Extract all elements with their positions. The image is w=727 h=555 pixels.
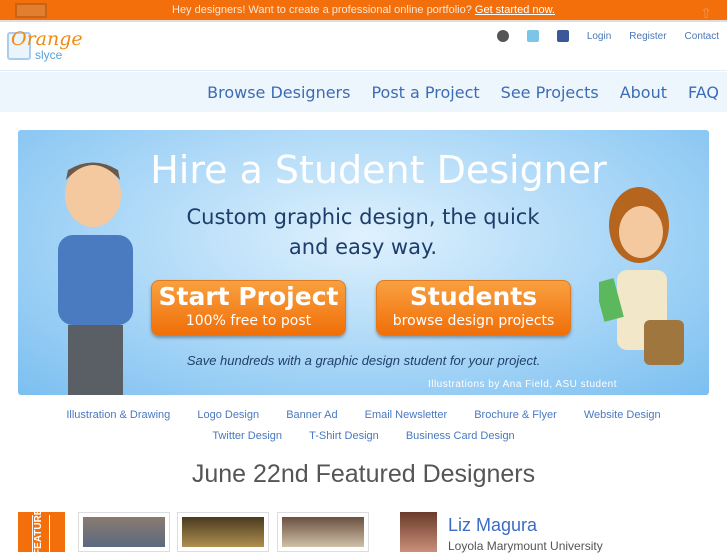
wordpress-icon[interactable] bbox=[496, 30, 509, 42]
designer-name[interactable]: Liz Magura bbox=[448, 515, 537, 536]
nav-about[interactable]: About bbox=[620, 83, 667, 102]
arrow-up-icon[interactable]: ⇧ bbox=[700, 3, 712, 24]
category-link[interactable]: Illustration & Drawing bbox=[66, 409, 170, 421]
portfolio-thumbnail[interactable] bbox=[277, 512, 369, 552]
designer-school: Loyola Marymount University bbox=[448, 539, 603, 553]
students-button[interactable]: Students browse design projects bbox=[376, 280, 571, 336]
announcement-bar: Hey designers! Want to create a professi… bbox=[0, 0, 727, 22]
nav-post-project[interactable]: Post a Project bbox=[371, 83, 479, 102]
designer-avatar[interactable] bbox=[400, 512, 437, 552]
category-link[interactable]: Email Newsletter bbox=[365, 409, 448, 421]
portfolio-thumbnail[interactable] bbox=[78, 512, 170, 552]
register-link[interactable]: Register bbox=[629, 31, 666, 42]
nav-see-projects[interactable]: See Projects bbox=[501, 83, 599, 102]
category-link[interactable]: Twitter Design bbox=[212, 430, 282, 442]
woman-illustration bbox=[599, 187, 684, 365]
facebook-icon[interactable] bbox=[556, 30, 569, 42]
main-nav: Browse Designers Post a Project See Proj… bbox=[0, 72, 727, 112]
featured-title: June 22nd Featured Designers bbox=[191, 460, 536, 488]
banner-icon bbox=[15, 3, 47, 18]
get-started-link[interactable]: Get started now. bbox=[475, 4, 555, 16]
nav-faq[interactable]: FAQ bbox=[688, 83, 719, 102]
category-links: Illustration & Drawing Logo Design Banne… bbox=[0, 405, 727, 447]
featured-ribbon: FEATURED bbox=[18, 501, 65, 555]
logo[interactable]: Orange slyce bbox=[7, 28, 83, 66]
announcement-text: Hey designers! Want to create a professi… bbox=[172, 4, 472, 16]
category-link[interactable]: Brochure & Flyer bbox=[474, 409, 557, 421]
illustration-credit: Illustrations by Ana Field, ASU student bbox=[427, 379, 617, 390]
category-link[interactable]: Logo Design bbox=[197, 409, 259, 421]
header: Orange slyce Login Register Contact bbox=[0, 24, 727, 71]
twitter-icon[interactable] bbox=[526, 30, 539, 42]
category-link[interactable]: Website Design bbox=[584, 409, 661, 421]
hero-subtitle: Custom graphic design, the quick and easy… bbox=[186, 205, 540, 259]
login-link[interactable]: Login bbox=[587, 31, 611, 42]
contact-link[interactable]: Contact bbox=[685, 31, 719, 42]
start-project-button[interactable]: Start Project 100% free to post bbox=[151, 280, 346, 336]
category-link[interactable]: Banner Ad bbox=[286, 409, 337, 421]
category-link[interactable]: T-Shirt Design bbox=[309, 430, 379, 442]
nav-browse-designers[interactable]: Browse Designers bbox=[207, 83, 350, 102]
hero-banner: Hire a Student Designer Custom graphic d… bbox=[18, 130, 709, 395]
portfolio-thumbnail[interactable] bbox=[177, 512, 269, 552]
category-link[interactable]: Business Card Design bbox=[406, 430, 515, 442]
